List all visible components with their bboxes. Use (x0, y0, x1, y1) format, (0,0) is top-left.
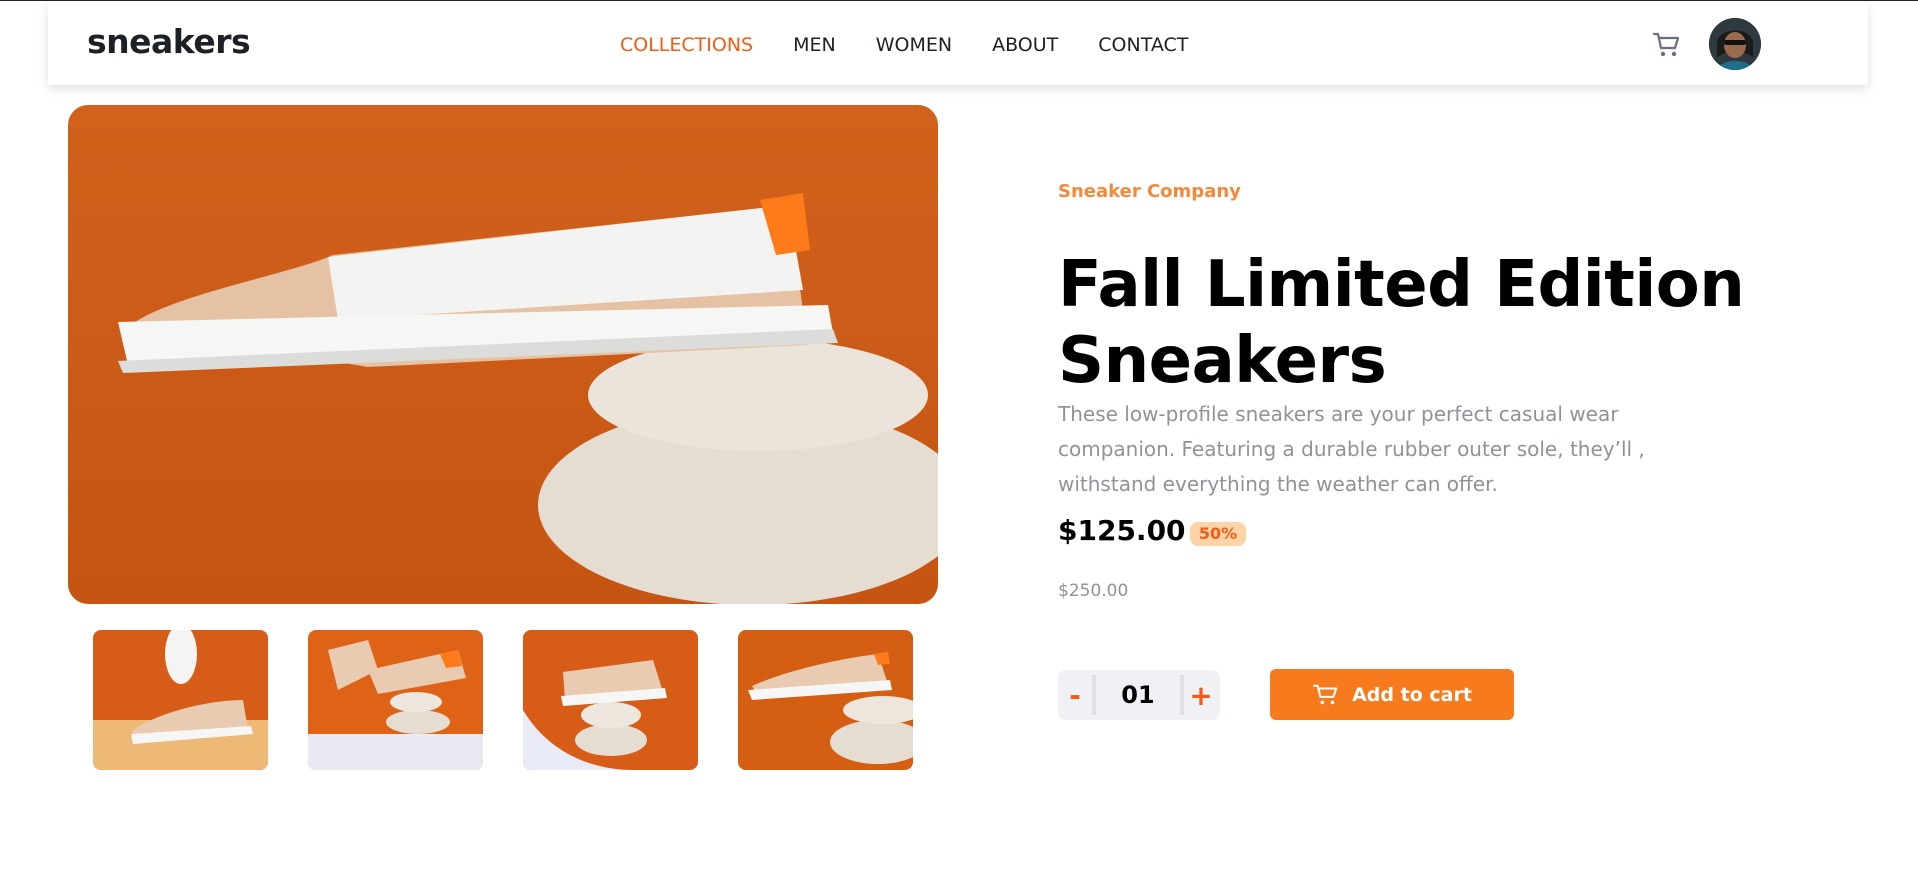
nav-women[interactable]: WOMEN (876, 34, 952, 56)
cart-icon (1313, 684, 1338, 704)
company-name: Sneaker Company (1058, 181, 1241, 202)
discount-badge: 50% (1190, 522, 1246, 546)
product-thumbnail[interactable] (93, 630, 268, 770)
main-navigation: COLLECTIONS MEN WOMEN ABOUT CONTACT (620, 34, 1188, 56)
top-navbar: sneakers COLLECTIONS MEN WOMEN ABOUT CON… (48, 2, 1868, 85)
product-title: Fall Limited Edition Sneakers (1058, 248, 1745, 398)
product-thumbnail[interactable] (523, 630, 698, 770)
decrease-quantity-button[interactable]: - (1058, 670, 1092, 720)
add-to-cart-label: Add to cart (1352, 683, 1472, 706)
product-thumbnail[interactable] (738, 630, 913, 770)
product-thumbnail[interactable] (308, 630, 483, 770)
quantity-stepper: - 01 + (1058, 670, 1220, 720)
nav-about[interactable]: ABOUT (992, 34, 1058, 56)
product-description: These low-profile sneakers are your perf… (1058, 402, 1645, 496)
current-price: $125.00 (1058, 514, 1186, 547)
main-product-image[interactable] (68, 105, 938, 604)
increase-quantity-button[interactable]: + (1184, 670, 1218, 720)
cart-icon[interactable] (1652, 30, 1682, 60)
user-avatar[interactable] (1709, 18, 1761, 70)
nav-men[interactable]: MEN (793, 34, 836, 56)
quantity-value: 01 (1121, 681, 1155, 709)
nav-collections[interactable]: COLLECTIONS (620, 34, 753, 56)
brand-logo[interactable]: sneakers (87, 22, 251, 61)
original-price: $250.00 (1058, 581, 1129, 601)
add-to-cart-button[interactable]: Add to cart (1270, 669, 1514, 720)
nav-contact[interactable]: CONTACT (1098, 34, 1188, 56)
